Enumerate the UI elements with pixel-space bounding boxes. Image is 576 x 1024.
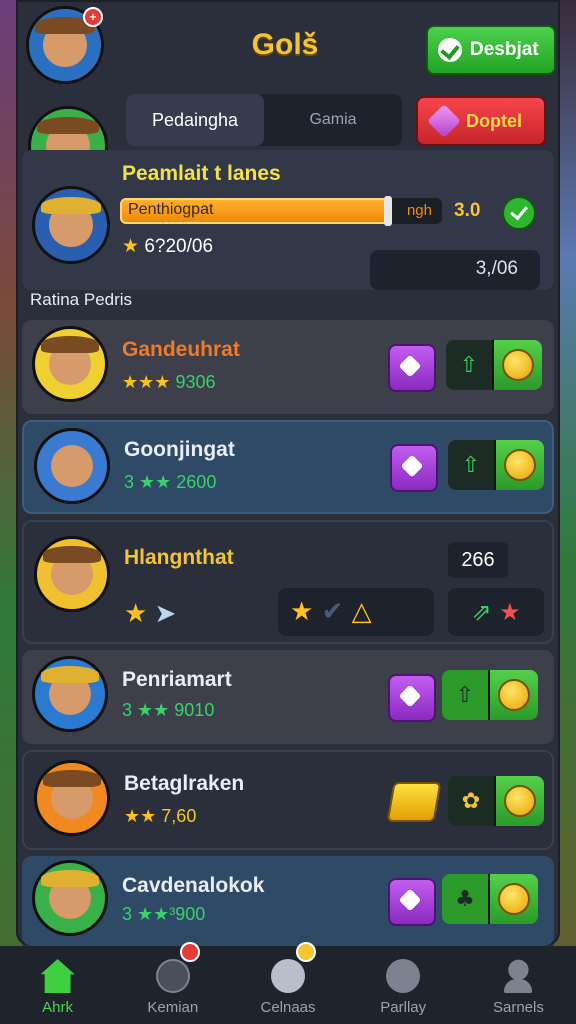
primary-action-button[interactable]: Desbjat [426,25,556,75]
list-item[interactable]: Cavdenalokok 3 ★★³900 ♣ [22,856,554,946]
notification-badge [180,942,201,962]
upgrade-icon: ⇧ [448,440,496,490]
nav-label: Ahrk [42,999,74,1016]
nav-item-ranking[interactable]: Kemian [115,942,230,1024]
nav-item-center[interactable]: Celnaas [230,942,345,1024]
gift-button[interactable] [388,674,436,722]
progress-bar: Penthiogpat ngh [120,196,442,226]
summary-rating-value: 6?20/06 [144,236,214,257]
gamepad-icon [386,959,421,993]
primary-action-label: Desbjat [470,39,539,60]
row-reward-strip: ★ ✔ △ [278,588,434,636]
upgrade-icon: ⇧ [446,340,494,390]
row-score: ★★★ 9306 [122,372,216,392]
notification-badge [295,942,316,962]
summary-avatar[interactable] [32,186,110,264]
row-score: 3 ★★ 9010 [122,700,215,720]
check-icon [438,38,462,62]
coin-icon [502,349,534,381]
coin-icon [498,679,530,711]
progress-label: Penthiogpat [128,201,214,218]
row-reward-pair[interactable]: ⇗ ★ [448,588,544,636]
list-item[interactable]: Betaglraken ★★ 7,60 ✿ [22,750,554,850]
row-avatar [34,536,110,612]
chat-icon [271,959,305,993]
gift-button[interactable] [388,878,436,926]
row-action-pair[interactable]: ♣ [442,874,538,924]
home-icon [40,959,75,993]
compass-icon [155,959,190,993]
summary-title: Peamlait t lanes [122,162,281,185]
claim-check-icon[interactable] [502,196,536,230]
row-count: 266 [448,542,508,578]
row-action-pair[interactable]: ⇧ [448,440,544,490]
gift-button[interactable] [390,444,438,492]
coin-icon [504,449,536,481]
row-name: Penriamart [122,668,232,691]
gold-bar-icon[interactable] [386,782,442,822]
list-item[interactable]: Hlangnthat ★ ➤ 266 ★ ✔ △ ⇗ ★ [22,520,554,644]
secondary-action-button[interactable]: Doptel [416,96,546,146]
person-icon [501,959,535,993]
summary-stat-box: 3,/06 [370,250,540,290]
avatar-notification-badge: + [83,7,103,27]
row-action-pair[interactable]: ⇧ [442,670,538,720]
coin-icon [498,883,530,915]
upgrade-icon: ✿ [448,776,496,826]
nav-label: Celnaas [260,999,316,1016]
progress-tail-text: ngh [406,202,432,219]
progress-knob[interactable] [384,196,393,226]
nav-label: Parllay [380,999,427,1016]
bottom-nav: Ahrk Kemian Celnaas Parllay Sarnels [0,942,576,1024]
nav-label: Sarnels [492,999,544,1016]
upgrade-icon: ♣ [442,874,490,924]
row-action-pair[interactable]: ✿ [448,776,544,826]
star-icon: ★ [122,236,140,257]
row-avatar [34,428,110,504]
row-action-pair[interactable]: ⇧ [446,340,542,390]
page-title: Golš [251,28,319,61]
tab-secondary[interactable]: Gamia [264,94,402,146]
avatar-face [34,16,96,67]
summary-stat-value: 3,/06 [475,258,518,279]
row-name: Gandeuhrat [122,338,240,361]
row-score: ★★ 7,60 [124,806,197,826]
list-item[interactable]: Penriamart 3 ★★ 9010 ⇧ [22,650,554,744]
row-name: Cavdenalokok [122,874,265,897]
list-item[interactable]: Goonjingat 3 ★★ 2600 ⇧ [22,420,554,514]
secondary-action-label: Doptel [466,110,522,131]
nav-item-home[interactable]: Ahrk [0,946,115,1024]
nav-item-profile[interactable]: Sarnels [461,946,576,1024]
gift-button[interactable] [388,344,436,392]
row-avatar [32,656,108,732]
row-badges: ★ ➤ [124,598,177,628]
nav-label: Kemian [147,999,199,1016]
tab-bar: Pedaingha Gamia [126,94,402,146]
row-avatar [34,760,110,836]
summary-score: 3.0 [454,200,481,221]
summary-avatar-face [40,196,102,247]
row-score: 3 ★★³900 [122,904,206,924]
upgrade-icon: ⇧ [442,670,490,720]
list-item[interactable]: Gandeuhrat ★★★ 9306 ⇧ [22,320,554,414]
row-avatar [32,860,108,936]
section-label: Ratina Pedris [30,290,133,309]
summary-rating: ★ 6?20/06 [122,235,213,258]
nav-item-play[interactable]: Parllay [346,946,461,1024]
gem-icon [427,104,461,138]
row-score: 3 ★★ 2600 [124,472,217,492]
coin-icon [504,785,536,817]
tab-primary[interactable]: Pedaingha [126,94,264,146]
row-name: Goonjingat [124,438,235,461]
row-name: Hlangnthat [124,546,234,569]
player-avatar[interactable]: + [26,6,104,84]
row-name: Betaglraken [124,772,245,795]
row-avatar [32,326,108,402]
